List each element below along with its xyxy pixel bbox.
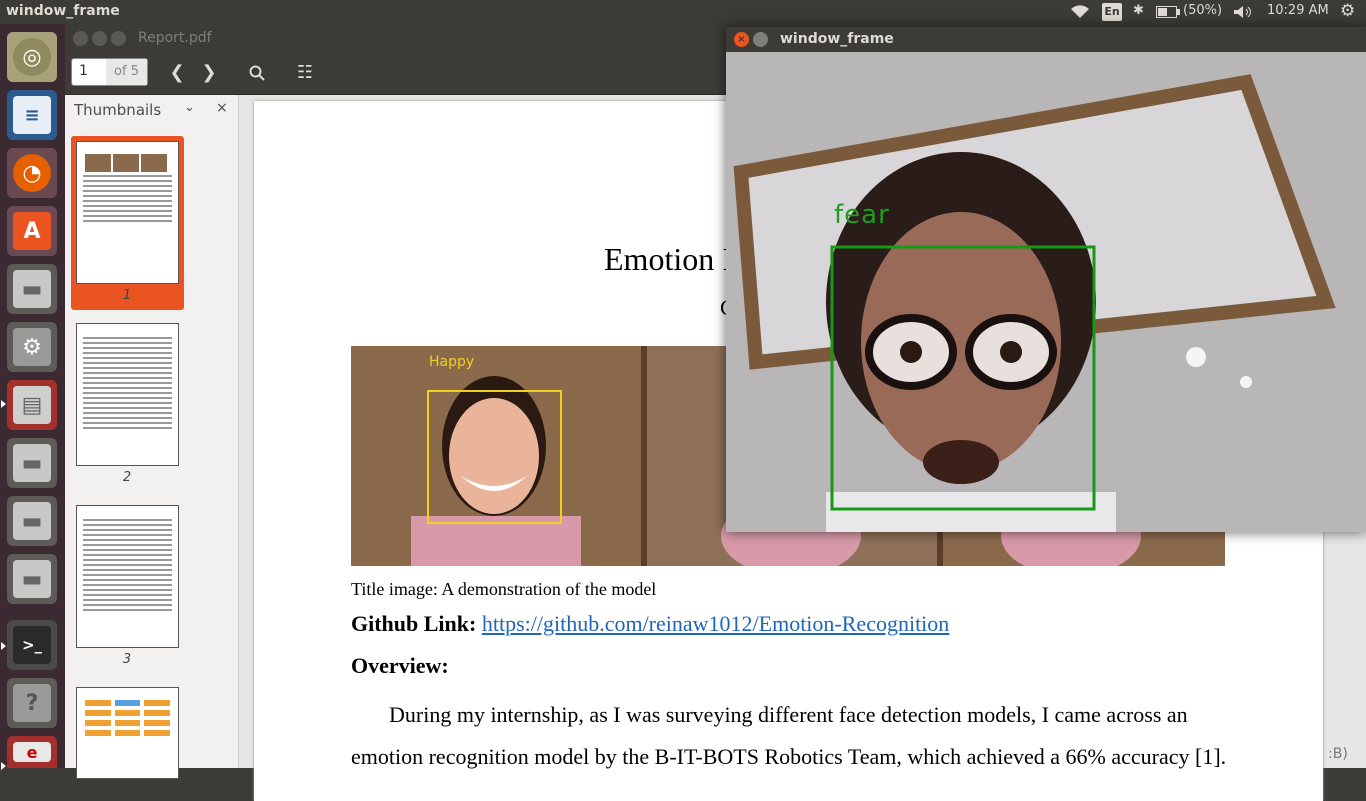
camera-titlebar: × window_frame bbox=[726, 27, 1366, 52]
help-icon: ? bbox=[13, 684, 51, 722]
disk-icon: ▬ bbox=[13, 444, 51, 482]
search-icon[interactable] bbox=[244, 60, 270, 86]
github-label: Github Link: bbox=[351, 611, 477, 636]
github-line: Github Link: https://github.com/reinaw10… bbox=[351, 611, 949, 637]
camera-window: × window_frame fear bbox=[726, 27, 1366, 532]
thumbnails-sidebar: Thumbnails ⌄ × 1 2 3 bbox=[65, 95, 239, 779]
running-indicator bbox=[1, 762, 6, 770]
running-indicator bbox=[1, 400, 6, 408]
happy-label: Happy bbox=[429, 354, 475, 370]
disk-icon: ▬ bbox=[13, 502, 51, 540]
sidebar-header: Thumbnails ⌄ × bbox=[65, 95, 238, 125]
thumbnail-page-2[interactable] bbox=[76, 323, 179, 466]
launcher-document-viewer[interactable]: e bbox=[7, 736, 57, 768]
session-gear-icon[interactable]: ⚙ bbox=[1340, 1, 1355, 21]
image-caption: Title image: A demonstration of the mode… bbox=[351, 579, 657, 599]
running-indicator bbox=[1, 642, 6, 650]
shopping-bag-icon: A bbox=[13, 212, 51, 250]
menu-icon[interactable]: ☷ bbox=[292, 60, 318, 86]
emotion-label: fear bbox=[834, 200, 890, 230]
battery-icon[interactable] bbox=[1156, 6, 1180, 18]
close-sidebar-icon[interactable]: × bbox=[216, 100, 228, 116]
github-link[interactable]: https://github.com/reinaw1012/Emotion-Re… bbox=[482, 611, 949, 636]
battery-percent: (50%) bbox=[1183, 3, 1223, 18]
pdf-viewer-icon: e bbox=[13, 742, 51, 762]
clock[interactable]: 10:29 AM bbox=[1267, 3, 1329, 18]
close-icon[interactable] bbox=[73, 31, 88, 46]
disk-icon: ▬ bbox=[13, 560, 51, 598]
thumbnail-page-1[interactable] bbox=[76, 141, 179, 284]
launcher-help[interactable]: ? bbox=[7, 678, 57, 728]
viewer-title: Report.pdf bbox=[138, 30, 212, 46]
bluetooth-icon[interactable]: ✱ bbox=[1133, 3, 1144, 18]
page-number-field[interactable]: 1 of 5 bbox=[71, 58, 148, 86]
minimize-icon[interactable] bbox=[92, 31, 107, 46]
chevron-down-icon[interactable]: ⌄ bbox=[184, 100, 195, 115]
launcher-disk-1[interactable]: ▬ bbox=[7, 264, 57, 314]
document-icon: ≡ bbox=[13, 96, 51, 134]
keyboard-layout-indicator[interactable]: En bbox=[1102, 3, 1122, 21]
thumbnail-page-3[interactable] bbox=[76, 505, 179, 648]
launcher: ◎ ≡ ◔ A ▬ ⚙ ▤ ▬ ▬ ▬ >_ ? e bbox=[0, 24, 65, 770]
launcher-writer[interactable]: ≡ bbox=[7, 90, 57, 140]
settings-wrench-icon: ⚙ bbox=[13, 328, 51, 366]
page-count: of 5 bbox=[106, 59, 147, 85]
active-app-title: window_frame bbox=[6, 3, 120, 19]
cut-text: :B) bbox=[1328, 746, 1348, 762]
maximize-icon[interactable] bbox=[111, 31, 126, 46]
close-icon[interactable]: × bbox=[734, 32, 749, 47]
firefox-icon: ◔ bbox=[13, 154, 51, 192]
previous-page-icon[interactable]: ❮ bbox=[164, 60, 190, 86]
volume-icon[interactable] bbox=[1233, 5, 1253, 19]
top-panel: window_frame En ✱ (50%) 10:29 AM ⚙ bbox=[0, 0, 1366, 24]
launcher-file-manager[interactable]: ▤ bbox=[7, 380, 57, 430]
launcher-disk-3[interactable]: ▬ bbox=[7, 496, 57, 546]
launcher-disk-4[interactable]: ▬ bbox=[7, 554, 57, 604]
ubuntu-logo-icon: ◎ bbox=[13, 38, 51, 76]
wifi-icon[interactable] bbox=[1070, 5, 1090, 19]
camera-feed: fear bbox=[726, 52, 1366, 532]
launcher-ubuntu-dash[interactable]: ◎ bbox=[7, 32, 57, 82]
launcher-terminal[interactable]: >_ bbox=[7, 620, 57, 670]
disk-icon: ▬ bbox=[13, 270, 51, 308]
thumbnail-label: 3 bbox=[122, 652, 132, 667]
overview-paragraph: During my internship, as I was surveying… bbox=[351, 702, 1227, 769]
thumbnail-page-4[interactable] bbox=[76, 687, 179, 779]
thumbnail-label: 2 bbox=[122, 470, 132, 485]
document-title: Emotion I bbox=[604, 241, 733, 277]
launcher-disk-2[interactable]: ▬ bbox=[7, 438, 57, 488]
thumbnail-label: 1 bbox=[122, 288, 132, 303]
terminal-icon: >_ bbox=[13, 626, 51, 664]
file-cabinet-icon: ▤ bbox=[13, 386, 51, 424]
minimize-icon[interactable] bbox=[753, 32, 768, 47]
next-page-icon[interactable]: ❯ bbox=[196, 60, 222, 86]
overview-heading: Overview: bbox=[351, 653, 449, 678]
sidebar-mode-label[interactable]: Thumbnails bbox=[74, 101, 161, 119]
camera-window-title: window_frame bbox=[780, 31, 894, 47]
launcher-firefox[interactable]: ◔ bbox=[7, 148, 57, 198]
launcher-system-settings[interactable]: ⚙ bbox=[7, 322, 57, 372]
launcher-software-center[interactable]: A bbox=[7, 206, 57, 256]
page-number[interactable]: 1 bbox=[79, 63, 88, 79]
